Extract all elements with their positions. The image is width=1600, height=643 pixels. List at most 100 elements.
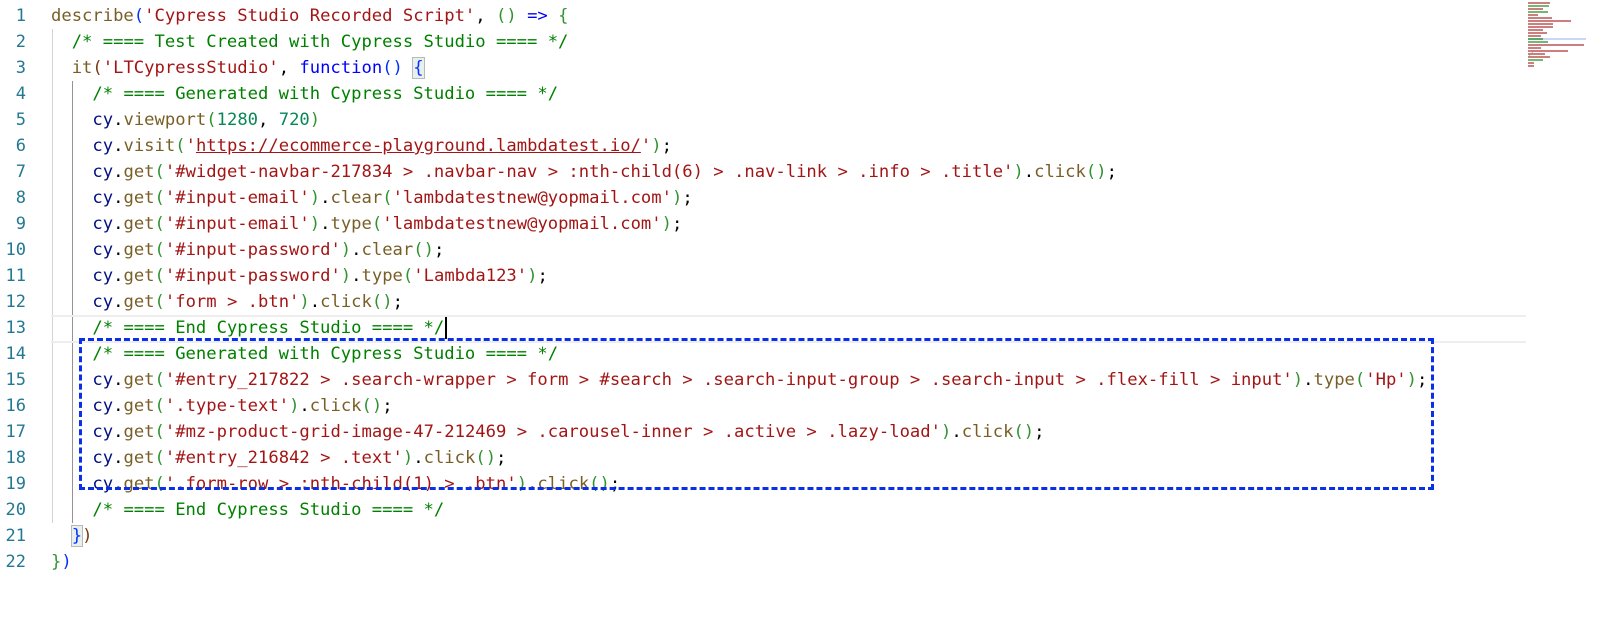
minimap-line [1528,2,1586,4]
token-keyword: function [299,58,383,78]
code-token: ) [340,266,352,286]
code-token: ) [651,136,662,156]
code-token: ( [133,6,145,26]
code-token: ) [61,552,72,572]
token-string: 'Cypress Studio Recorded Script' [144,6,476,26]
code-token: () [1085,162,1107,182]
code-token: clear [361,240,414,260]
code-token: ( [206,110,217,130]
code-token: } [51,552,62,572]
minimap-line [1528,35,1586,37]
code-token: ) [1013,162,1024,182]
code-line-21: }) [51,523,1530,549]
code-token: 1280 [216,110,259,130]
code-token: { [558,6,569,26]
code-token: get [123,162,155,182]
code-token: 'lambdatestnew@yopmail.com' [382,214,662,234]
code-token: 'form > .btn' [164,292,300,312]
minimap-line [1528,56,1586,58]
line-number: 4 [15,84,26,104]
code-token: ) [82,526,93,546]
code-token: 'lambdatestnew@yopmail.com' [392,188,672,208]
code-editor[interactable]: 1 2 3 4 5 6 7 8 9 10 11 12 13 14 15 16 17 18 19 20 21 22 desc… [0,0,1600,643]
code-token: 720 [278,110,310,130]
code-token: cy [92,266,114,286]
code-token: /* ==== End Cypress Studio ==== */ [92,318,445,338]
line-number: 3 [15,58,26,78]
code-token: ) [527,266,538,286]
minimap-line [1528,41,1586,43]
line-number: 11 [5,266,26,286]
code-line-2: /* ==== Test Created with Cypress Studio… [51,29,1530,55]
code-token: ( [154,292,165,312]
token-string: 'LTCypressStudio' [102,58,279,78]
minimap-line [1528,50,1586,52]
code-token: ( [154,266,165,286]
line-number: 19 [5,474,26,494]
code-token: get [123,188,155,208]
code-token: cy [92,136,114,156]
code-token: () [371,292,393,312]
line-number: 15 [5,370,26,390]
code-token: clear [330,188,383,208]
minimap-line [1528,8,1586,10]
code-token: '#input-password' [164,240,341,260]
code-line-12: cy.get('form > .btn').click(); [92,292,403,312]
code-token: ( [371,214,383,234]
code-line-9: cy.get('#input-email').type('lambdatestn… [92,214,683,234]
code-token: get [123,266,155,286]
code-token: () [382,58,403,78]
minimap-line [1528,26,1586,28]
minimap-line [1528,5,1586,7]
code-token: ) [661,214,672,234]
code-token: '#input-email' [164,214,310,234]
resize-handle-icon[interactable]: ⟋ [1528,50,1534,60]
line-number: 9 [15,214,26,234]
code-token: ) [309,110,321,130]
minimap-line [1528,62,1586,64]
code-token: ( [154,214,165,234]
highlight-dashed-box [79,338,1434,490]
code-line-22: }) [51,549,1530,575]
code-token: ( [154,240,165,260]
token-keyword: => [527,6,548,26]
minimap-line [1528,65,1586,67]
line-number: 6 [15,136,26,156]
code-token: type [330,214,372,234]
code-token: get [123,214,155,234]
minimap-line [1528,32,1586,34]
code-token: cy [92,240,114,260]
token-function: describe [51,6,134,26]
code-line-6: cy.visit('https://ecommerce-playground.l… [92,136,672,156]
minimap-line [1528,29,1586,31]
minimap-line [1528,20,1586,22]
code-token: ) [340,240,352,260]
token-comment: /* ==== Generated with Cypress Studio ==… [92,84,559,104]
code-token: '#widget-navbar-217834 > .navbar-nav > :… [164,162,1014,182]
line-number: 18 [5,448,26,468]
code-token: viewport [123,110,207,130]
code-token: cy [92,292,114,312]
code-token: 'Lambda123' [413,266,528,286]
minimap[interactable] [1528,2,1586,67]
code-token: () [413,240,434,260]
line-number: 22 [5,552,26,572]
line-number-gutter: 1 2 3 4 5 6 7 8 9 10 11 12 13 14 15 16 17 18 19 20 21 22 [0,3,26,575]
code-token: ) [309,214,321,234]
code-token: type [361,266,403,286]
code-line-3: it('LTCypressStudio', function() { [71,57,425,79]
code-token: cy [92,162,114,182]
minimap-line [1528,14,1586,16]
minimap-line [1528,38,1586,40]
line-number: 10 [5,240,26,260]
token-comment: /* ==== Test Created with Cypress Studio… [71,32,569,52]
code-token: ( [382,188,393,208]
minimap-line [1528,23,1586,25]
code-token: ( [154,188,165,208]
url-link[interactable]: https://ecommerce-playground.lambdatest.… [196,136,641,156]
code-token: cy [92,110,114,130]
minimap-line [1528,17,1586,19]
code-token: ( [402,266,414,286]
matching-bracket: } [70,525,84,547]
line-number: 12 [5,292,26,312]
